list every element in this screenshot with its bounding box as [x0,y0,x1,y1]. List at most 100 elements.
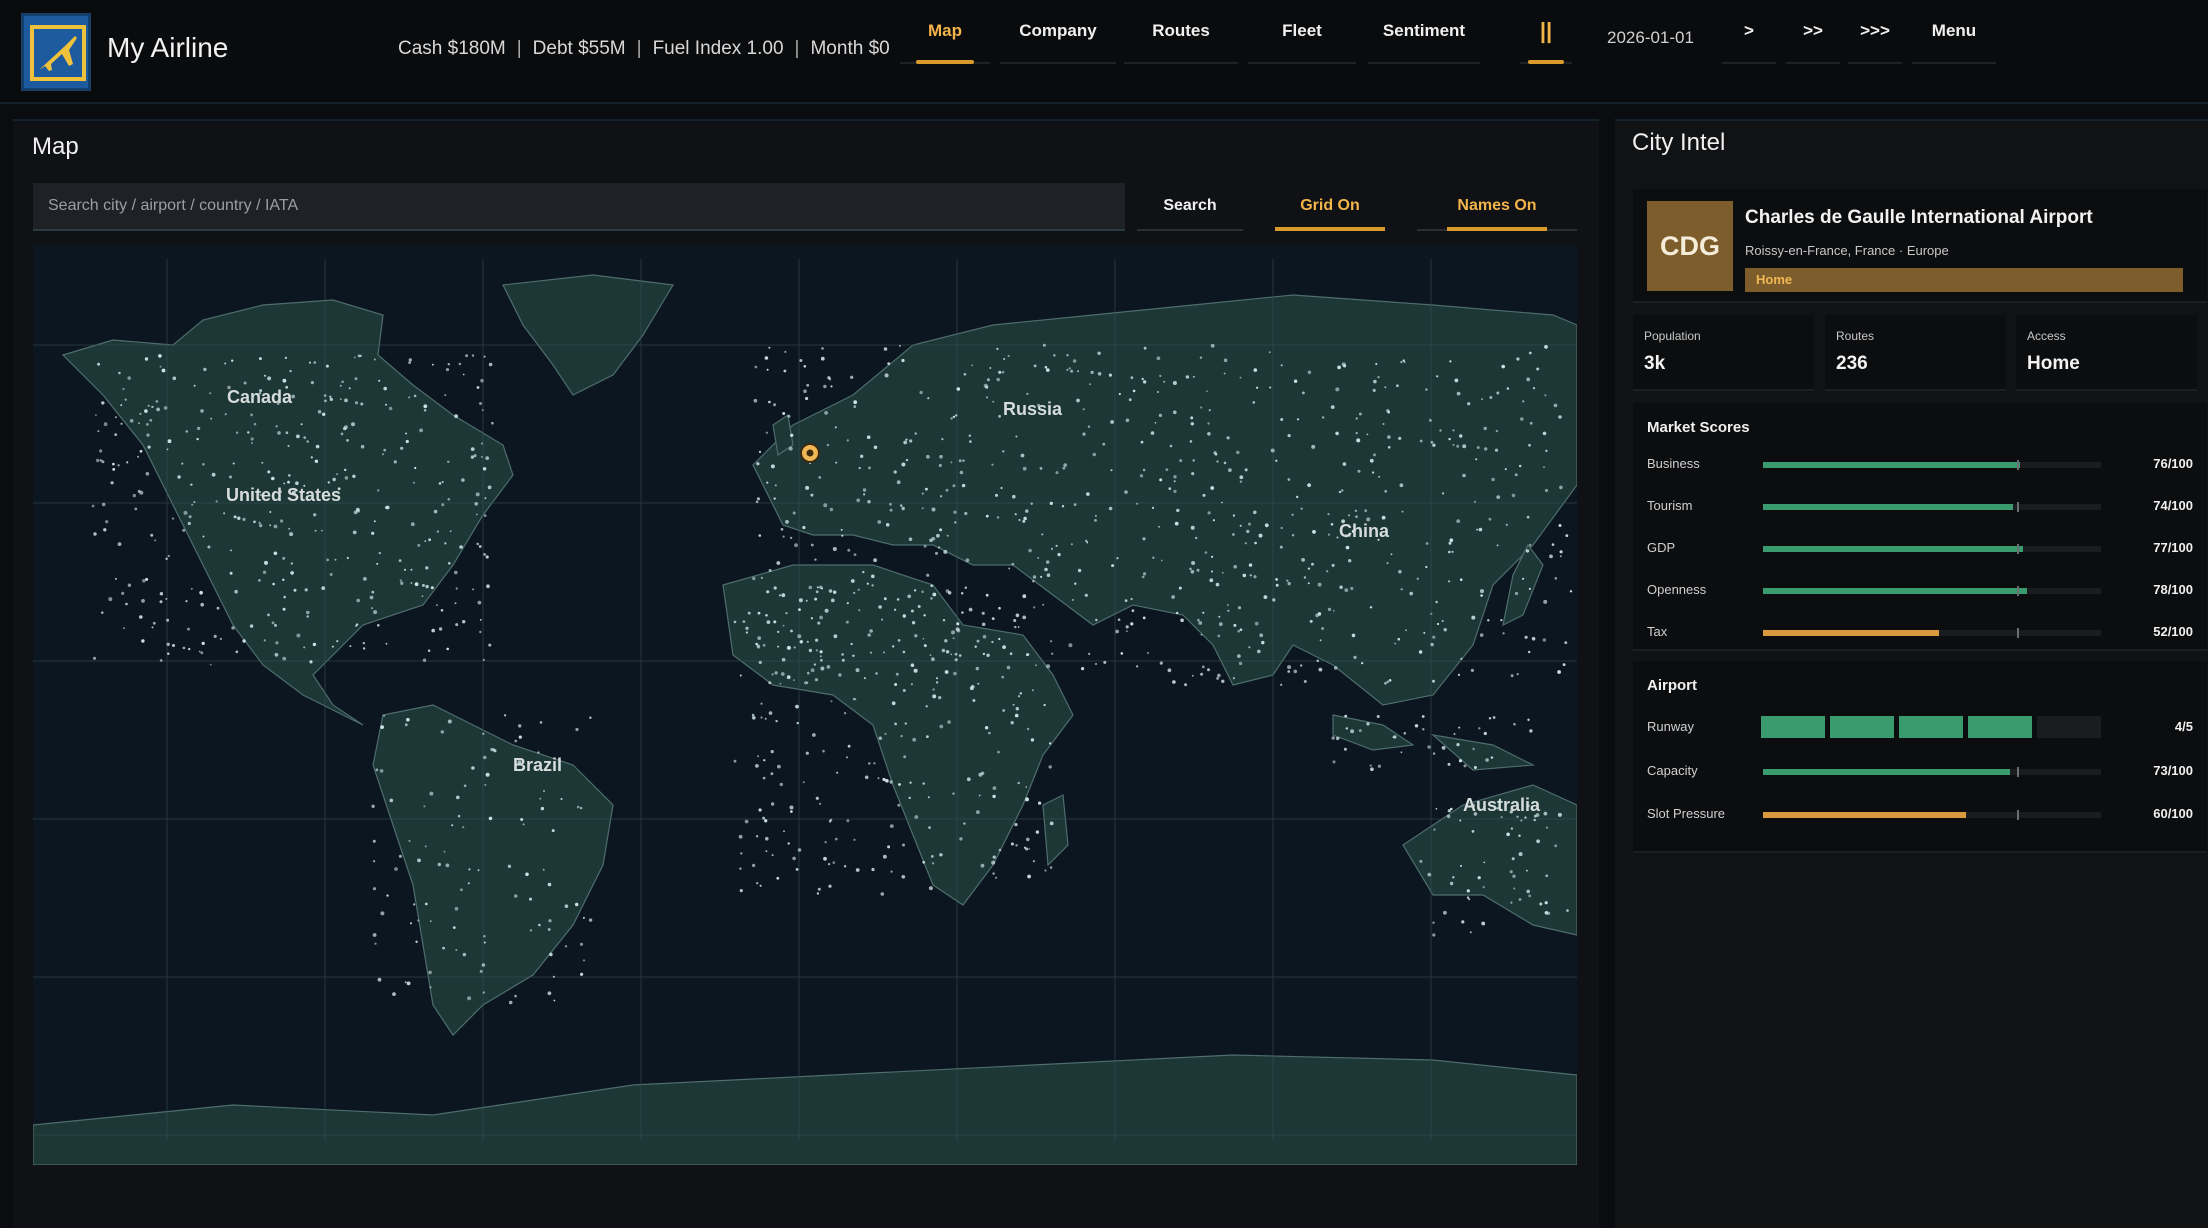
city-dot[interactable] [858,609,861,612]
city-dot[interactable] [1221,679,1225,683]
city-dot[interactable] [977,682,980,685]
city-dot[interactable] [939,724,944,729]
city-dot[interactable] [1227,609,1230,612]
city-dot[interactable] [408,396,411,399]
city-dot[interactable] [1197,618,1200,622]
city-dot[interactable] [1484,447,1488,451]
city-dot[interactable] [1207,511,1211,515]
city-dot[interactable] [798,598,803,603]
city-dot[interactable] [91,504,95,508]
speed-3-button[interactable]: >>> [1848,0,1902,64]
city-dot[interactable] [1264,523,1269,528]
city-dot[interactable] [309,660,313,664]
city-dot[interactable] [840,528,843,531]
city-dot[interactable] [1190,525,1195,530]
city-dot[interactable] [235,431,239,434]
city-dot[interactable] [425,584,429,589]
city-dot[interactable] [317,410,322,414]
city-dot[interactable] [846,602,849,605]
city-dot[interactable] [272,582,275,586]
city-dot[interactable] [421,583,425,587]
city-dot[interactable] [1326,570,1329,573]
city-dot[interactable] [871,574,875,579]
city-dot[interactable] [269,511,272,513]
city-dot[interactable] [1514,473,1518,477]
city-dot[interactable] [901,462,906,467]
city-dot[interactable] [1459,819,1462,822]
city-dot[interactable] [308,361,312,364]
city-dot[interactable] [1512,874,1516,878]
city-dot[interactable] [1258,533,1263,538]
city-dot[interactable] [1302,391,1305,395]
city-dot[interactable] [854,698,857,701]
city-dot[interactable] [1532,387,1536,390]
city-dot[interactable] [438,627,443,631]
city-dot[interactable] [340,432,344,436]
city-dot[interactable] [1020,453,1025,458]
city-dot[interactable] [1544,488,1549,493]
city-dot[interactable] [369,595,374,600]
city-dot[interactable] [1452,429,1455,432]
city-dot[interactable] [1223,461,1227,465]
city-dot[interactable] [922,860,926,864]
city-dot[interactable] [440,730,444,734]
city-dot[interactable] [529,929,533,932]
city-dot[interactable] [1358,729,1362,733]
city-dot[interactable] [373,520,376,523]
city-dot[interactable] [1502,632,1505,635]
city-dot[interactable] [1189,440,1193,443]
city-dot[interactable] [377,489,380,492]
city-dot[interactable] [1449,360,1452,363]
city-dot[interactable] [234,589,238,594]
city-dot[interactable] [792,856,796,861]
city-dot[interactable] [575,727,579,732]
city-dot[interactable] [479,969,483,973]
city-dot[interactable] [947,720,951,724]
city-dot[interactable] [945,589,950,593]
city-dot[interactable] [230,549,232,552]
city-dot[interactable] [352,474,356,478]
city-dot[interactable] [862,488,867,492]
city-dot[interactable] [835,461,838,464]
city-dot[interactable] [1102,442,1106,446]
city-dot[interactable] [351,422,355,427]
city-dot[interactable] [902,843,905,847]
city-dot[interactable] [372,860,376,863]
city-dot[interactable] [547,882,552,887]
city-dot[interactable] [956,622,960,626]
city-dot[interactable] [1217,634,1221,638]
city-dot[interactable] [564,904,569,908]
city-dot[interactable] [1190,416,1194,420]
city-dot[interactable] [1215,582,1220,587]
city-dot[interactable] [1514,591,1519,596]
city-dot[interactable] [289,532,294,537]
city-dot[interactable] [480,378,484,383]
city-dot[interactable] [914,634,918,638]
city-dot[interactable] [1544,394,1547,397]
city-dot[interactable] [1111,564,1115,568]
city-dot[interactable] [1437,622,1440,626]
city-dot[interactable] [1343,364,1347,368]
city-dot[interactable] [986,653,990,657]
city-dot[interactable] [415,940,418,943]
city-dot[interactable] [373,358,376,361]
city-dot[interactable] [1048,742,1052,745]
city-dot[interactable] [892,645,895,648]
city-dot[interactable] [1341,489,1344,492]
city-dot[interactable] [1293,379,1298,383]
city-dot[interactable] [1022,594,1027,599]
city-dot[interactable] [1132,389,1136,393]
city-dot[interactable] [1332,609,1335,612]
city-dot[interactable] [1394,642,1397,645]
city-dot[interactable] [1086,492,1090,496]
city-dot[interactable] [1545,874,1548,878]
search-input[interactable] [33,183,1125,231]
city-dot[interactable] [423,805,426,808]
city-dot[interactable] [1386,409,1390,413]
city-dot[interactable] [1268,351,1271,354]
city-dot[interactable] [1432,443,1436,447]
city-dot[interactable] [790,629,793,633]
city-dot[interactable] [480,455,483,458]
city-dot[interactable] [1097,351,1101,355]
city-dot[interactable] [457,814,461,818]
